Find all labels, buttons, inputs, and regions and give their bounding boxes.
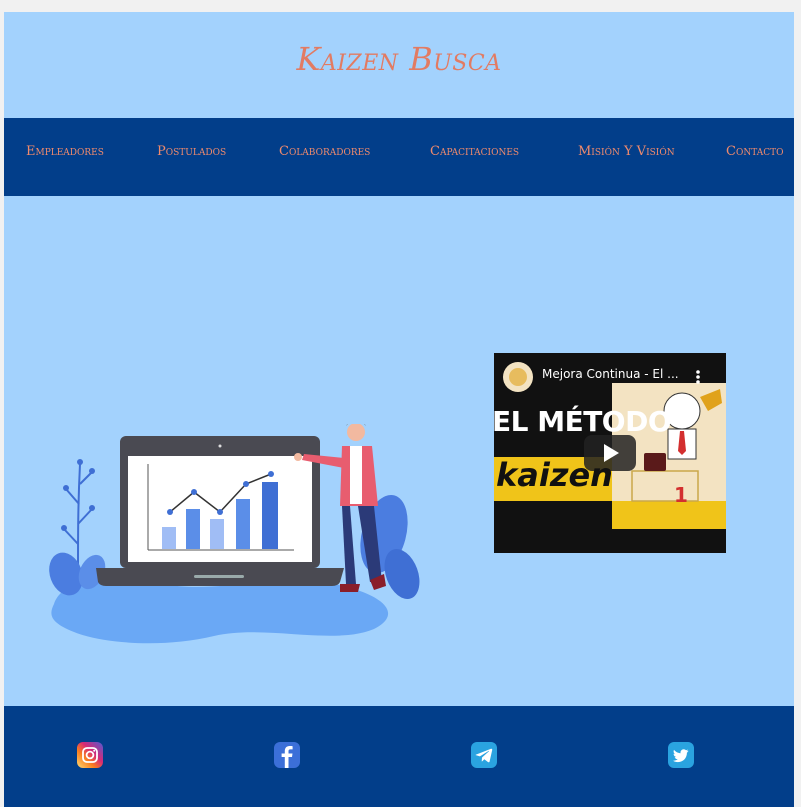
page: Kaizen Busca Empleadores Postulados Cola… bbox=[4, 12, 794, 807]
main-nav: Empleadores Postulados Colaboradores Cap… bbox=[4, 118, 794, 196]
video-thumbnail bbox=[494, 353, 726, 553]
telegram-icon[interactable] bbox=[471, 742, 497, 768]
video-thumbnail-text-1: EL MÉTODO bbox=[494, 405, 672, 438]
nav-item-empleadores[interactable]: Empleadores bbox=[26, 144, 104, 159]
video-embed[interactable]: Mejora Continua - El ... EL MÉTODO kaize… bbox=[494, 353, 726, 553]
nav-item-contacto[interactable]: Contacto bbox=[726, 144, 783, 159]
instagram-icon[interactable] bbox=[77, 742, 103, 768]
footer bbox=[4, 706, 794, 807]
video-thumbnail-text-2: kaizen bbox=[496, 456, 613, 494]
facebook-icon[interactable] bbox=[274, 742, 300, 768]
nav-item-postulados[interactable]: Postulados bbox=[157, 144, 226, 159]
nav-item-mision-vision[interactable]: Misión Y Visión bbox=[578, 144, 675, 159]
nav-item-capacitaciones[interactable]: Capacitaciones bbox=[430, 144, 519, 159]
nav-item-colaboradores[interactable]: Colaboradores bbox=[279, 144, 370, 159]
twitter-icon[interactable] bbox=[668, 742, 694, 768]
video-podium-number: 1 bbox=[674, 483, 688, 507]
analytics-illustration bbox=[49, 424, 420, 644]
site-title[interactable]: Kaizen Busca bbox=[4, 40, 794, 78]
hero-section: Mejora Continua - El ... EL MÉTODO kaize… bbox=[4, 196, 794, 706]
header: Kaizen Busca bbox=[4, 12, 794, 118]
video-title[interactable]: Mejora Continua - El ... bbox=[542, 367, 679, 381]
